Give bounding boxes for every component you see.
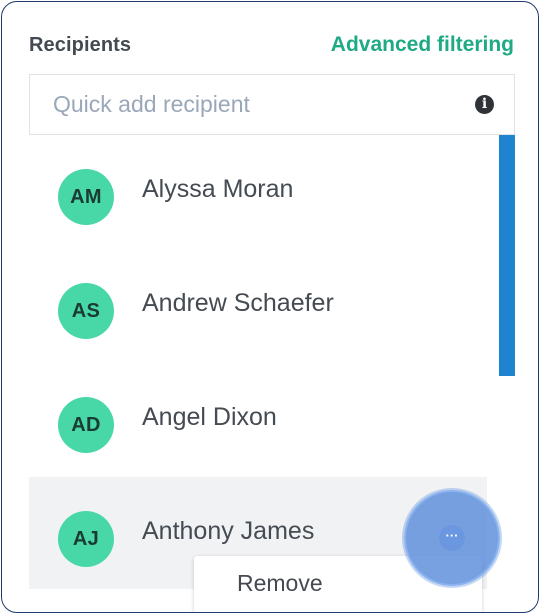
list-item[interactable]: AD Angel Dixon	[29, 363, 487, 475]
list-item[interactable]: AM Alyssa Moran	[29, 135, 487, 247]
avatar: AS	[58, 283, 114, 339]
recipient-name: Anthony James	[142, 517, 315, 545]
avatar: AD	[58, 397, 114, 453]
advanced-filtering-link[interactable]: Advanced filtering	[331, 33, 514, 57]
recipient-name: Angel Dixon	[142, 403, 277, 431]
recipient-name: Alyssa Moran	[142, 175, 294, 203]
info-icon[interactable]: i	[475, 95, 494, 114]
recipients-panel: Recipients Advanced filtering i AM Alyss…	[1, 1, 539, 613]
more-icon: ···	[439, 525, 465, 551]
quick-add-field: i	[29, 74, 515, 135]
remove-menu-item[interactable]: Remove	[237, 570, 323, 597]
list-scrollbar[interactable]	[499, 135, 515, 376]
quick-add-recipient-input[interactable]	[30, 75, 514, 134]
avatar: AM	[58, 169, 114, 225]
recipients-heading: Recipients	[29, 34, 132, 56]
avatar: AJ	[58, 511, 114, 567]
more-options-button[interactable]: ···	[404, 490, 500, 586]
recipient-name: Andrew Schaefer	[142, 289, 334, 317]
list-item[interactable]: AS Andrew Schaefer	[29, 249, 487, 361]
